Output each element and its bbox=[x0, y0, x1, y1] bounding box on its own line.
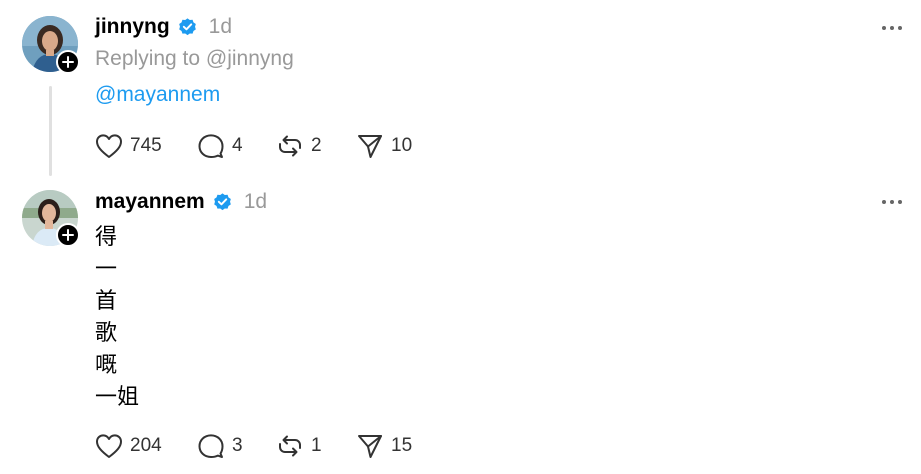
send-icon bbox=[358, 435, 382, 458]
post-text-line: 一姐 bbox=[95, 385, 140, 410]
share-button[interactable]: 15 bbox=[356, 433, 436, 459]
action-bar: 745 4 2 10 bbox=[95, 131, 436, 161]
more-options-button[interactable] bbox=[880, 16, 904, 40]
action-bar: 204 3 1 15 bbox=[95, 431, 436, 461]
post-body: 得 一 首 歌 嘅 一姐 bbox=[95, 222, 139, 414]
repost-count: 1 bbox=[311, 435, 322, 456]
more-options-button[interactable] bbox=[880, 190, 904, 214]
timestamp[interactable]: 1d bbox=[244, 190, 267, 214]
post-header: mayannem 1d bbox=[95, 188, 267, 216]
post-mayannem: mayannem 1d 得 一 首 歌 嘅 一姐 204 3 1 15 bbox=[0, 180, 921, 474]
post-text-line: 一 bbox=[95, 257, 118, 282]
share-count: 10 bbox=[391, 135, 413, 156]
post-text-line: 得 bbox=[95, 225, 118, 250]
thread-line bbox=[49, 86, 52, 176]
post-text-line: 嘅 bbox=[95, 353, 118, 378]
heart-icon bbox=[96, 434, 122, 458]
username[interactable]: jinnyng bbox=[95, 15, 170, 39]
username[interactable]: mayannem bbox=[95, 190, 205, 214]
plus-icon bbox=[62, 56, 74, 68]
like-count: 745 bbox=[130, 135, 162, 156]
verified-badge-icon bbox=[213, 192, 231, 210]
comment-bubble-icon bbox=[198, 434, 224, 458]
post-text-line: 歌 bbox=[95, 321, 118, 346]
share-count: 15 bbox=[391, 435, 413, 456]
verified-badge-icon bbox=[178, 17, 196, 35]
send-icon bbox=[358, 135, 382, 158]
post-text-line: 首 bbox=[95, 289, 118, 314]
comment-count: 3 bbox=[232, 435, 243, 456]
like-button[interactable]: 745 bbox=[95, 133, 197, 159]
repost-button[interactable]: 1 bbox=[276, 433, 356, 459]
repost-button[interactable]: 2 bbox=[276, 133, 356, 159]
more-horizontal-icon bbox=[882, 26, 902, 30]
repost-icon bbox=[279, 435, 301, 457]
replying-to-label: Replying to @jinnyng bbox=[95, 47, 294, 70]
follow-button[interactable] bbox=[56, 50, 80, 74]
mention-link[interactable]: @mayannem bbox=[95, 83, 220, 107]
comment-button[interactable]: 4 bbox=[197, 133, 276, 159]
like-button[interactable]: 204 bbox=[95, 433, 197, 459]
share-button[interactable]: 10 bbox=[356, 133, 436, 159]
repost-count: 2 bbox=[311, 135, 322, 156]
follow-button[interactable] bbox=[56, 223, 80, 247]
comment-count: 4 bbox=[232, 135, 243, 156]
plus-icon bbox=[62, 229, 74, 241]
comment-bubble-icon bbox=[198, 134, 224, 158]
post-header: jinnyng 1d bbox=[95, 13, 232, 41]
post-jinnyng: jinnyng 1d Replying to @jinnyng @mayanne… bbox=[0, 0, 921, 180]
heart-icon bbox=[96, 134, 122, 158]
comment-button[interactable]: 3 bbox=[197, 433, 276, 459]
more-horizontal-icon bbox=[882, 200, 902, 204]
timestamp[interactable]: 1d bbox=[209, 15, 232, 39]
repost-icon bbox=[279, 135, 301, 157]
like-count: 204 bbox=[130, 435, 162, 456]
